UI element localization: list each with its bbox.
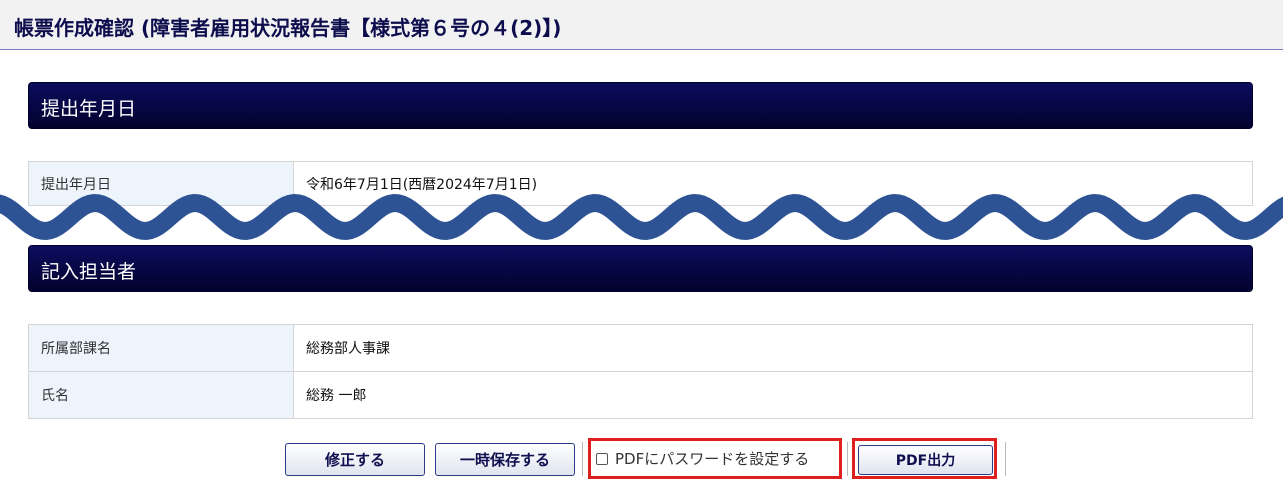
row-label: 氏名	[28, 371, 294, 419]
section-title: 記入担当者	[41, 261, 137, 283]
divider	[1005, 442, 1006, 476]
section-title: 提出年月日	[41, 98, 137, 120]
divider	[582, 442, 583, 476]
page-title: 帳票作成確認 (障害者雇用状況報告書【様式第６号の４(2)】)	[14, 16, 562, 40]
pdf-output-button[interactable]: PDF出力	[858, 445, 993, 475]
pdf-password-checkbox[interactable]	[596, 452, 608, 465]
table-row: 氏名 総務 一郎	[28, 371, 1253, 419]
row-label: 所属部課名	[28, 324, 294, 372]
section-header-submission-date: 提出年月日	[28, 82, 1253, 129]
temporary-save-button[interactable]: 一時保存する	[435, 443, 575, 476]
page-header: 帳票作成確認 (障害者雇用状況報告書【様式第６号の４(2)】)	[0, 0, 1283, 50]
row-value: 総務 一郎	[293, 371, 1253, 419]
pdf-password-option[interactable]: PDFにパスワードを設定する	[588, 438, 842, 479]
table-row: 所属部課名 総務部人事課	[28, 324, 1253, 372]
contact-person-table: 所属部課名 総務部人事課 氏名 総務 一郎	[28, 324, 1253, 419]
divider	[847, 442, 848, 476]
wavy-divider-icon	[0, 193, 1283, 241]
pdf-password-label: PDFにパスワードを設定する	[615, 450, 810, 468]
row-value: 総務部人事課	[293, 324, 1253, 372]
section-header-contact-person: 記入担当者	[28, 245, 1253, 292]
fix-button[interactable]: 修正する	[285, 443, 425, 476]
